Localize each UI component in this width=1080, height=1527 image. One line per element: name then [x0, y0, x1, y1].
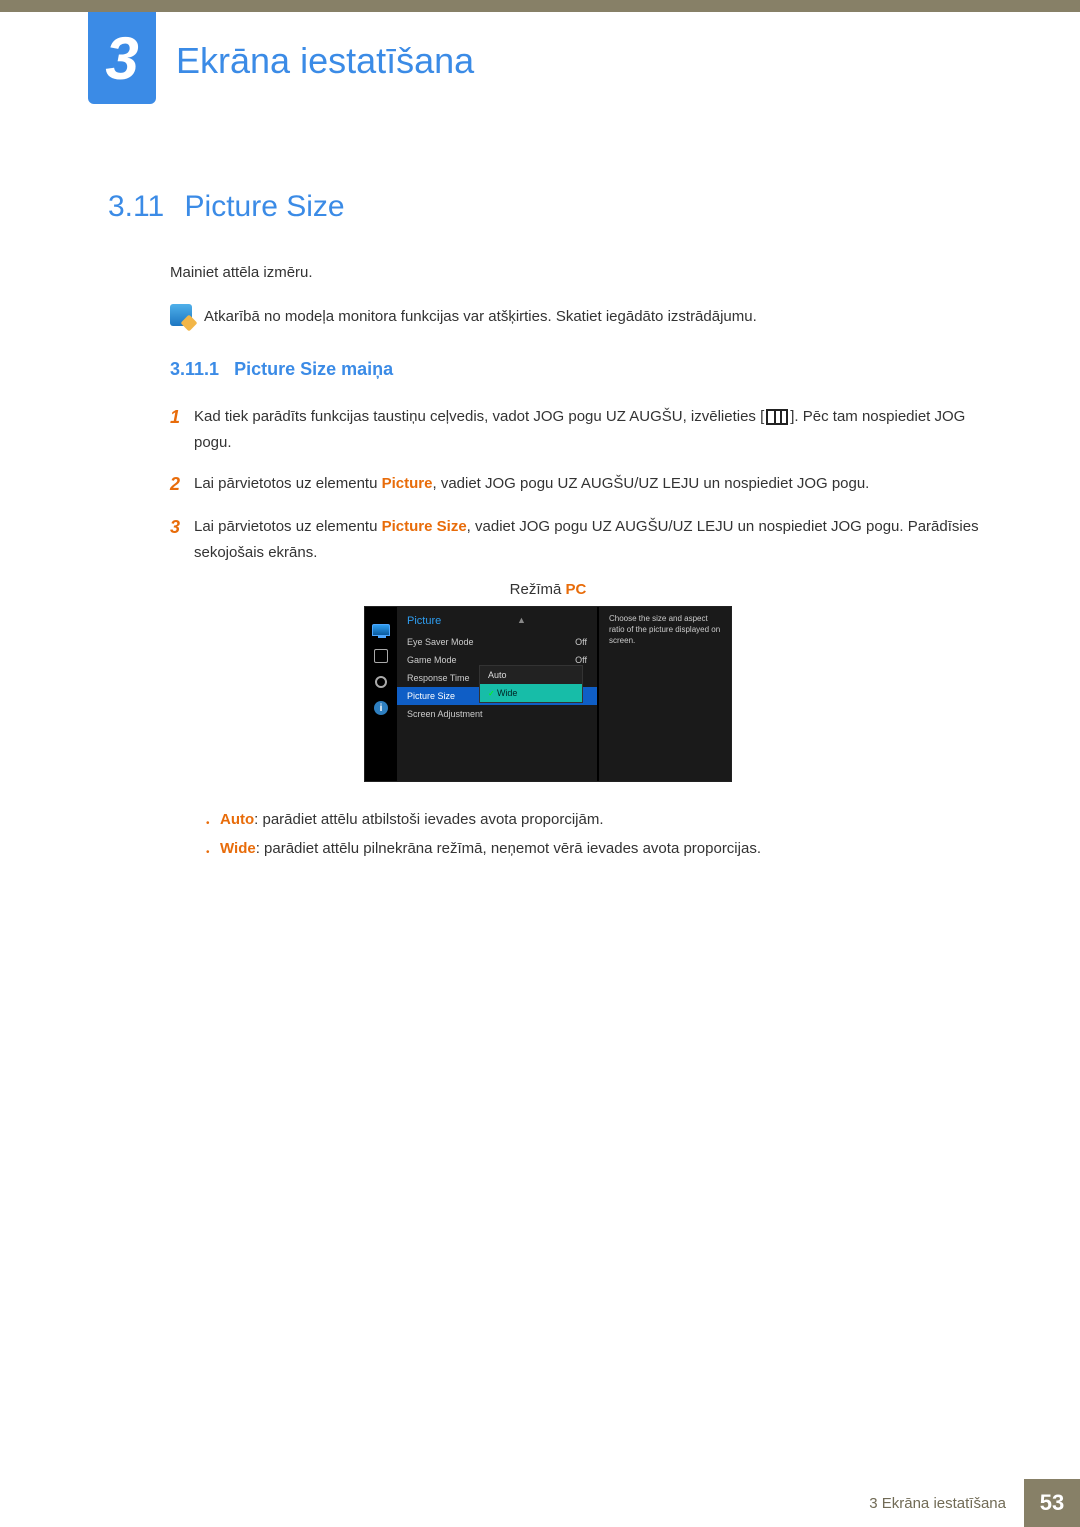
osd-screenshot: i Picture ▲ Eye Saver ModeOff Game ModeO… [364, 606, 732, 782]
footer-chapter-text: 3 Ekrāna iestatīšana [869, 1479, 1024, 1527]
osd-row-eye-saver: Eye Saver ModeOff [397, 633, 597, 651]
resize-tab-icon [372, 649, 390, 663]
osd-menu: Picture ▲ Eye Saver ModeOff Game ModeOff… [397, 607, 597, 781]
subsection-number: 3.11.1 [170, 359, 219, 379]
section-number: 3.11 [108, 190, 164, 223]
step-2: 2 Lai pārvietotos uz elementu Picture, v… [170, 471, 988, 498]
picture-tab-icon [372, 623, 390, 637]
steps-list: 1 Kad tiek parādīts funkcijas taustiņu c… [170, 404, 988, 565]
osd-dropdown: Auto Wide [479, 665, 583, 703]
step-text: Lai pārvietotos uz elementu Picture Size… [194, 514, 988, 565]
top-accent-bar [0, 0, 1080, 12]
option-wide: Wide: parādiet attēlu pilnekrāna režīmā,… [206, 835, 988, 864]
note-text: Atkarībā no modeļa monitora funkcijas va… [204, 304, 757, 330]
section-title: Picture Size [185, 190, 345, 223]
option-auto: Auto: parādiet attēlu atbilstoši ievades… [206, 806, 988, 835]
page-content: 3.11 Picture Size Mainiet attēla izmēru.… [108, 190, 988, 863]
intro-text: Mainiet attēla izmēru. [170, 260, 988, 286]
settings-tab-icon [372, 675, 390, 689]
chapter-title: Ekrāna iestatīšana [176, 40, 474, 82]
osd-up-arrow-icon: ▲ [517, 615, 526, 625]
osd-row-screen-adjustment: Screen Adjustment [397, 705, 597, 723]
menu-icon [766, 409, 788, 425]
note-icon [170, 304, 192, 326]
step-1: 1 Kad tiek parādīts funkcijas taustiņu c… [170, 404, 988, 455]
mode-label: Režīmā PC [108, 581, 988, 598]
chapter-number-box: 3 [88, 12, 156, 104]
footer-page-number: 53 [1024, 1479, 1080, 1527]
subsection-title: Picture Size maiņa [234, 359, 393, 379]
note-row: Atkarībā no modeļa monitora funkcijas va… [170, 304, 988, 330]
chapter-number: 3 [105, 24, 138, 93]
step-text: Kad tiek parādīts funkcijas taustiņu ceļ… [194, 404, 988, 455]
section-heading: 3.11 Picture Size [108, 190, 988, 224]
step-number: 2 [170, 471, 194, 498]
osd-nav-icons: i [365, 607, 397, 781]
osd-description: Choose the size and aspect ratio of the … [599, 607, 731, 781]
step-number: 3 [170, 514, 194, 541]
osd-option-auto: Auto [480, 666, 582, 684]
step-number: 1 [170, 404, 194, 431]
subsection-heading: 3.11.1 Picture Size maiņa [170, 359, 988, 380]
osd-menu-header: Picture [397, 613, 597, 633]
osd-option-wide: Wide [480, 684, 582, 702]
options-list: Auto: parādiet attēlu atbilstoši ievades… [206, 806, 988, 863]
info-tab-icon: i [372, 701, 390, 715]
step-text: Lai pārvietotos uz elementu Picture, vad… [194, 471, 869, 497]
page-footer: 3 Ekrāna iestatīšana 53 [0, 1479, 1080, 1527]
step-3: 3 Lai pārvietotos uz elementu Picture Si… [170, 514, 988, 565]
